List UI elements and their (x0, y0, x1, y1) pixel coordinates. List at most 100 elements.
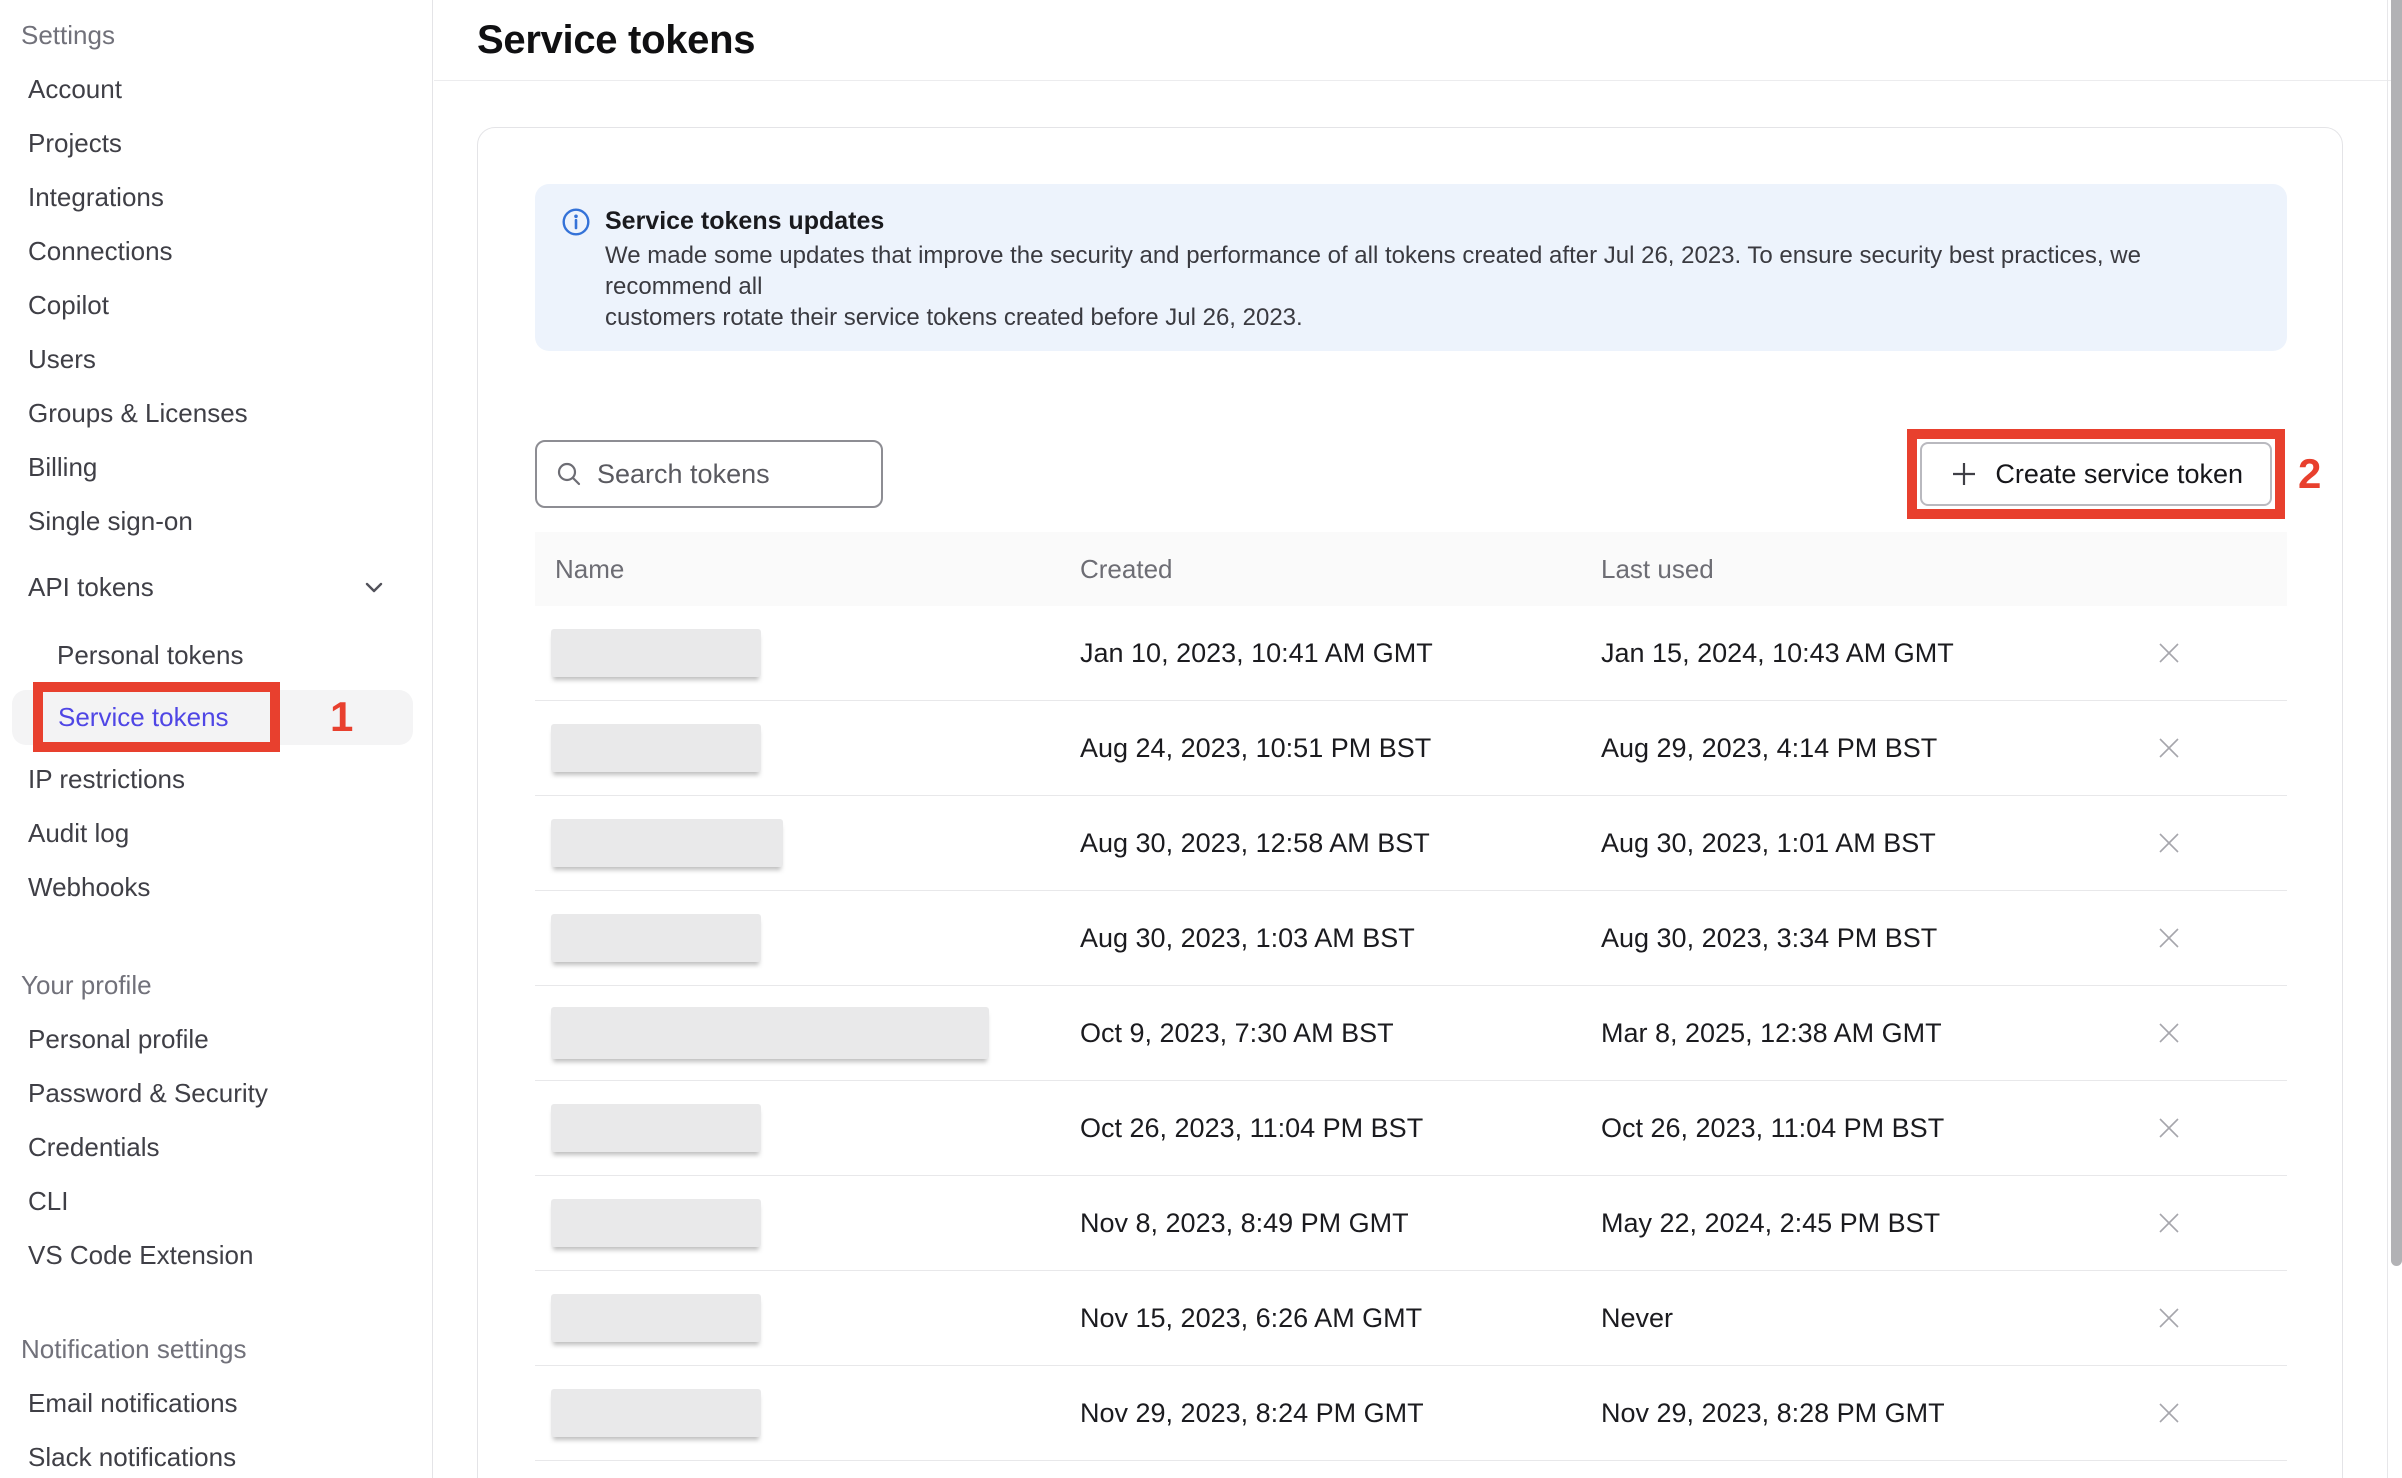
annotation-box-1: Service tokens (33, 682, 280, 752)
sidebar-item-password-security[interactable]: Password & Security (0, 1066, 432, 1120)
close-icon (2154, 828, 2184, 858)
sidebar-item-account[interactable]: Account (0, 62, 432, 116)
token-last-used-cell: May 22, 2024, 2:45 PM BST (1601, 1208, 2146, 1239)
token-last-used-cell: Oct 26, 2023, 11:04 PM BST (1601, 1113, 2146, 1144)
token-last-used-cell: Never (1601, 1303, 2146, 1334)
service-tokens-link[interactable]: Service tokens (58, 702, 229, 733)
settings-screen: Settings Account Projects Integrations C… (0, 0, 2402, 1478)
token-name-redacted (551, 1294, 761, 1342)
close-icon (2154, 733, 2184, 763)
token-last-used-cell: Aug 30, 2023, 1:01 AM BST (1601, 828, 2146, 859)
sidebar-section-settings: Settings (0, 8, 432, 62)
sidebar-item-audit-log[interactable]: Audit log (0, 806, 432, 860)
sidebar-item-integrations[interactable]: Integrations (0, 170, 432, 224)
token-last-used-cell: Aug 30, 2023, 3:34 PM BST (1601, 923, 2146, 954)
settings-sidebar: Settings Account Projects Integrations C… (0, 0, 433, 1478)
token-created-cell: Aug 24, 2023, 10:51 PM BST (1080, 733, 1601, 764)
token-name-redacted (551, 1104, 761, 1152)
table-header-row: Name Created Last used (535, 532, 2287, 606)
search-icon (555, 460, 583, 488)
banner-body-line1: We made some updates that improve the se… (605, 240, 2259, 302)
annotation-box-2: Create service token (1907, 429, 2285, 519)
sidebar-item-credentials[interactable]: Credentials (0, 1120, 432, 1174)
create-token-annotated: Create service token 2 (1907, 429, 2285, 519)
table-row: Jan 10, 2023, 10:41 AM GMT Jan 15, 2024,… (535, 606, 2287, 701)
token-last-used-cell: Jan 15, 2024, 10:43 AM GMT (1601, 638, 2146, 669)
token-last-used-cell: Aug 29, 2023, 4:14 PM BST (1601, 733, 2146, 764)
sidebar-item-projects[interactable]: Projects (0, 116, 432, 170)
sidebar-item-single-sign-on[interactable]: Single sign-on (0, 494, 432, 548)
token-name-redacted (551, 1199, 761, 1247)
table-row: Aug 30, 2023, 12:58 AM BST Aug 30, 2023,… (535, 796, 2287, 891)
token-name-redacted (551, 914, 761, 962)
token-name-redacted (551, 1007, 989, 1059)
column-header-name: Name (535, 554, 1080, 585)
sidebar-section-notification-settings: Notification settings (0, 1322, 432, 1376)
sidebar-item-email-notifications[interactable]: Email notifications (0, 1376, 432, 1430)
delete-token-button[interactable] (2154, 828, 2184, 858)
token-name-redacted (551, 724, 761, 772)
token-name-redacted (551, 629, 761, 677)
annotation-step-1: 1 (330, 693, 353, 741)
token-created-cell: Oct 9, 2023, 7:30 AM BST (1080, 1018, 1601, 1049)
token-created-cell: Nov 15, 2023, 6:26 AM GMT (1080, 1303, 1601, 1334)
plus-icon (1949, 459, 1979, 489)
delete-token-button[interactable] (2154, 1398, 2184, 1428)
sidebar-item-connections[interactable]: Connections (0, 224, 432, 278)
token-created-cell: Aug 30, 2023, 1:03 AM BST (1080, 923, 1601, 954)
delete-token-button[interactable] (2154, 1018, 2184, 1048)
sidebar-item-copilot[interactable]: Copilot (0, 278, 432, 332)
sidebar-item-api-tokens[interactable]: API tokens (0, 560, 432, 614)
sidebar-item-billing[interactable]: Billing (0, 440, 432, 494)
table-row: Aug 24, 2023, 10:51 PM BST Aug 29, 2023,… (535, 701, 2287, 796)
delete-token-button[interactable] (2154, 1208, 2184, 1238)
table-toolbar: Create service token 2 (535, 431, 2285, 517)
page-title: Service tokens (477, 18, 755, 63)
delete-token-button[interactable] (2154, 638, 2184, 668)
sidebar-item-service-tokens[interactable]: Service tokens 1 (0, 682, 432, 752)
main-content: Service tokens Service tokens updates We… (434, 0, 2402, 1478)
close-icon (2154, 1303, 2184, 1333)
token-created-cell: Nov 8, 2023, 8:49 PM GMT (1080, 1208, 1601, 1239)
close-icon (2154, 1208, 2184, 1238)
create-service-token-button[interactable]: Create service token (1920, 442, 2272, 506)
delete-token-button[interactable] (2154, 733, 2184, 763)
sidebar-item-groups-licenses[interactable]: Groups & Licenses (0, 386, 432, 440)
sidebar-item-ip-restrictions[interactable]: IP restrictions (0, 752, 432, 806)
token-created-cell: Oct 26, 2023, 11:04 PM BST (1080, 1113, 1601, 1144)
close-icon (2154, 1113, 2184, 1143)
delete-token-button[interactable] (2154, 1113, 2184, 1143)
search-input[interactable] (595, 458, 839, 491)
table-row: Aug 30, 2023, 1:03 AM BST Aug 30, 2023, … (535, 891, 2287, 986)
table-row: Nov 8, 2023, 8:49 PM GMT May 22, 2024, 2… (535, 1176, 2287, 1271)
table-row: Oct 26, 2023, 11:04 PM BST Oct 26, 2023,… (535, 1081, 2287, 1176)
sidebar-item-personal-profile[interactable]: Personal profile (0, 1012, 432, 1066)
delete-token-button[interactable] (2154, 1303, 2184, 1333)
search-tokens-box[interactable] (535, 440, 883, 508)
token-last-used-cell: Nov 29, 2023, 8:28 PM GMT (1601, 1398, 2146, 1429)
column-header-last-used: Last used (1601, 554, 2146, 585)
banner-title: Service tokens updates (605, 205, 2259, 237)
column-header-created: Created (1080, 554, 1601, 585)
sidebar-item-personal-tokens[interactable]: Personal tokens (0, 628, 432, 682)
close-icon (2154, 638, 2184, 668)
sidebar-item-cli[interactable]: CLI (0, 1174, 432, 1228)
sidebar-item-slack-notifications[interactable]: Slack notifications (0, 1430, 432, 1478)
annotation-step-2: 2 (2298, 450, 2321, 498)
api-tokens-label: API tokens (28, 560, 154, 614)
sidebar-section-your-profile: Your profile (0, 958, 432, 1012)
service-tokens-panel: Service tokens updates We made some upda… (477, 127, 2343, 1478)
token-created-cell: Aug 30, 2023, 12:58 AM BST (1080, 828, 1601, 859)
sidebar-item-vs-code-extension[interactable]: VS Code Extension (0, 1228, 432, 1282)
page-header: Service tokens (434, 0, 2402, 81)
table-row: Nov 29, 2023, 8:24 PM GMT Nov 29, 2023, … (535, 1366, 2287, 1461)
sidebar-item-webhooks[interactable]: Webhooks (0, 860, 432, 914)
table-row: Nov 29, 2023, 8:29 PM GMT Nov 29, 2023, … (535, 1461, 2287, 1478)
delete-token-button[interactable] (2154, 923, 2184, 953)
close-icon (2154, 1398, 2184, 1428)
token-created-cell: Jan 10, 2023, 10:41 AM GMT (1080, 638, 1601, 669)
scrollbar-thumb[interactable] (2391, 0, 2402, 1266)
table-row: Oct 9, 2023, 7:30 AM BST Mar 8, 2025, 12… (535, 986, 2287, 1081)
sidebar-item-users[interactable]: Users (0, 332, 432, 386)
create-button-label: Create service token (1995, 459, 2243, 490)
